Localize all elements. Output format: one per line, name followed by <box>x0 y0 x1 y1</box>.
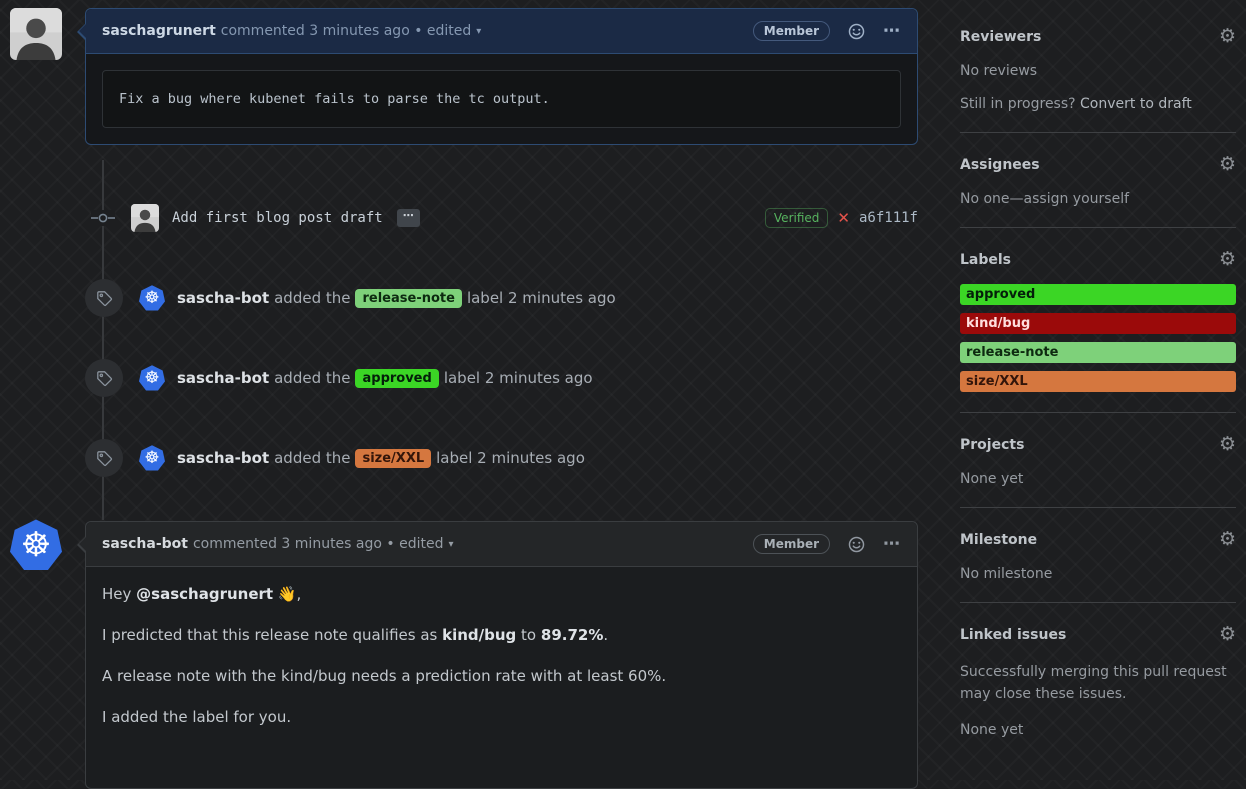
release-note-code-block: Fix a bug where kubenet fails to parse t… <box>102 70 901 128</box>
projects-heading: Projects <box>960 437 1024 453</box>
gear-icon[interactable]: ⚙ <box>1219 250 1236 269</box>
event-action-text: added the <box>274 449 350 467</box>
comment-meta: commented 3 minutes ago • edited <box>221 23 472 39</box>
sidebar-divider <box>960 132 1236 133</box>
event-actor-link[interactable]: sascha-bot <box>177 369 269 387</box>
event-actor-link[interactable]: sascha-bot <box>177 449 269 467</box>
greeting-paragraph: Hey @saschagrunert 👋, <box>102 585 901 603</box>
person-photo-icon <box>131 204 159 232</box>
assignees-empty-text: No one—assign yourself <box>960 191 1236 207</box>
sidebar-divider <box>960 412 1236 413</box>
kebab-menu-icon[interactable]: ⋯ <box>883 21 901 41</box>
comment-header: saschagrunert commented 3 minutes ago • … <box>86 9 917 54</box>
avatar-sascha-bot[interactable]: ☸ <box>139 285 165 311</box>
tag-icon <box>85 359 123 397</box>
label-chip[interactable]: size/XXL <box>355 449 431 468</box>
label-event-row: ☸ sascha-bot added the release-note labe… <box>85 278 918 318</box>
avatar-saschagrunert[interactable] <box>10 8 62 60</box>
linked-issues-heading: Linked issues <box>960 627 1066 643</box>
label-event-row: ☸ sascha-bot added the approved label 2 … <box>85 358 918 398</box>
sidebar-label[interactable]: size/XXL <box>960 371 1236 392</box>
commit-expander-button[interactable]: ⋯ <box>397 209 420 227</box>
label-chip[interactable]: release-note <box>355 289 461 308</box>
assignees-heading: Assignees <box>960 157 1040 173</box>
member-badge: Member <box>753 534 830 554</box>
linked-issues-empty-text: None yet <box>960 722 1236 738</box>
mention-link[interactable]: @saschagrunert <box>136 585 273 603</box>
commit-event-row: Add first blog post draft ⋯ Verified ✕ a… <box>85 199 918 237</box>
smiley-icon[interactable] <box>848 536 865 553</box>
sidebar-divider <box>960 507 1236 508</box>
reviewers-heading: Reviewers <box>960 29 1041 45</box>
label-chip[interactable]: approved <box>355 369 438 388</box>
comment-meta: commented 3 minutes ago • edited <box>193 536 444 552</box>
sidebar-label[interactable]: approved <box>960 284 1236 305</box>
gear-icon[interactable]: ⚙ <box>1219 27 1236 46</box>
comment-arrow <box>79 23 87 39</box>
chevron-down-icon[interactable]: ▾ <box>448 539 453 550</box>
label-event-row: ☸ sascha-bot added the size/XXL label 2 … <box>85 438 918 478</box>
git-commit-icon <box>91 210 115 226</box>
tag-icon <box>85 439 123 477</box>
sidebar-section-reviewers: Reviewers ⚙ No reviews Still in progress… <box>960 27 1236 112</box>
commit-author-avatar[interactable] <box>131 204 159 232</box>
event-actor-link[interactable]: sascha-bot <box>177 289 269 307</box>
sidebar-section-linked-issues: Linked issues ⚙ Successfully merging thi… <box>960 625 1236 738</box>
reviewers-empty-text: No reviews <box>960 63 1236 79</box>
verified-badge[interactable]: Verified <box>765 208 829 228</box>
prediction-paragraph: I predicted that this release note quali… <box>102 626 901 644</box>
gear-icon[interactable]: ⚙ <box>1219 530 1236 549</box>
closing-paragraph: I added the label for you. <box>102 708 901 726</box>
projects-empty-text: None yet <box>960 471 1236 487</box>
event-action-text: added the <box>274 289 350 307</box>
convert-to-draft-link[interactable]: Convert to draft <box>1080 96 1192 112</box>
comment-author-link[interactable]: sascha-bot <box>102 536 188 552</box>
avatar-sascha-bot[interactable]: ☸ <box>10 519 62 571</box>
comment-body: Fix a bug where kubenet fails to parse t… <box>86 54 917 144</box>
labels-heading: Labels <box>960 252 1011 268</box>
gear-icon[interactable]: ⚙ <box>1219 155 1236 174</box>
sidebar: Reviewers ⚙ No reviews Still in progress… <box>960 0 1236 738</box>
status-failed-x-icon[interactable]: ✕ <box>837 209 850 227</box>
sidebar-label[interactable]: kind/bug <box>960 313 1236 334</box>
comment-arrow <box>79 536 87 552</box>
gear-icon[interactable]: ⚙ <box>1219 625 1236 644</box>
gear-icon[interactable]: ⚙ <box>1219 435 1236 454</box>
event-suffix-text: label 2 minutes ago <box>444 369 593 387</box>
member-badge: Member <box>753 21 830 41</box>
comment-author-link[interactable]: saschagrunert <box>102 23 216 39</box>
tag-icon <box>85 279 123 317</box>
avatar-sascha-bot[interactable]: ☸ <box>139 365 165 391</box>
linked-issues-desc: Successfully merging this pull request m… <box>960 661 1236 705</box>
commit-message-link[interactable]: Add first blog post draft <box>172 210 383 226</box>
sidebar-divider <box>960 227 1236 228</box>
comment-sascha-bot: sascha-bot commented 3 minutes ago • edi… <box>85 521 918 789</box>
milestone-heading: Milestone <box>960 532 1037 548</box>
reviewers-hint: Still in progress? Convert to draft <box>960 96 1236 112</box>
event-suffix-text: label 2 minutes ago <box>436 449 585 467</box>
avatar-sascha-bot[interactable]: ☸ <box>139 445 165 471</box>
comment-header: sascha-bot commented 3 minutes ago • edi… <box>86 522 917 567</box>
event-suffix-text: label 2 minutes ago <box>467 289 616 307</box>
threshold-paragraph: A release note with the kind/bug needs a… <box>102 667 901 685</box>
person-photo-icon <box>10 8 62 60</box>
milestone-empty-text: No milestone <box>960 566 1236 582</box>
kebab-menu-icon[interactable]: ⋯ <box>883 534 901 554</box>
comment-body: Hey @saschagrunert 👋, I predicted that t… <box>86 567 917 726</box>
comment-saschagrunert: saschagrunert commented 3 minutes ago • … <box>85 8 918 145</box>
commit-hash-link[interactable]: a6f111f <box>859 210 918 226</box>
event-action-text: added the <box>274 369 350 387</box>
sidebar-divider <box>960 602 1236 603</box>
sidebar-section-projects: Projects ⚙ None yet <box>960 435 1236 487</box>
chevron-down-icon[interactable]: ▾ <box>476 26 481 37</box>
sidebar-section-labels: Labels ⚙ approved kind/bug release-note … <box>960 250 1236 392</box>
sidebar-section-milestone: Milestone ⚙ No milestone <box>960 530 1236 582</box>
sidebar-label[interactable]: release-note <box>960 342 1236 363</box>
smiley-icon[interactable] <box>848 23 865 40</box>
sidebar-section-assignees: Assignees ⚙ No one—assign yourself <box>960 155 1236 207</box>
